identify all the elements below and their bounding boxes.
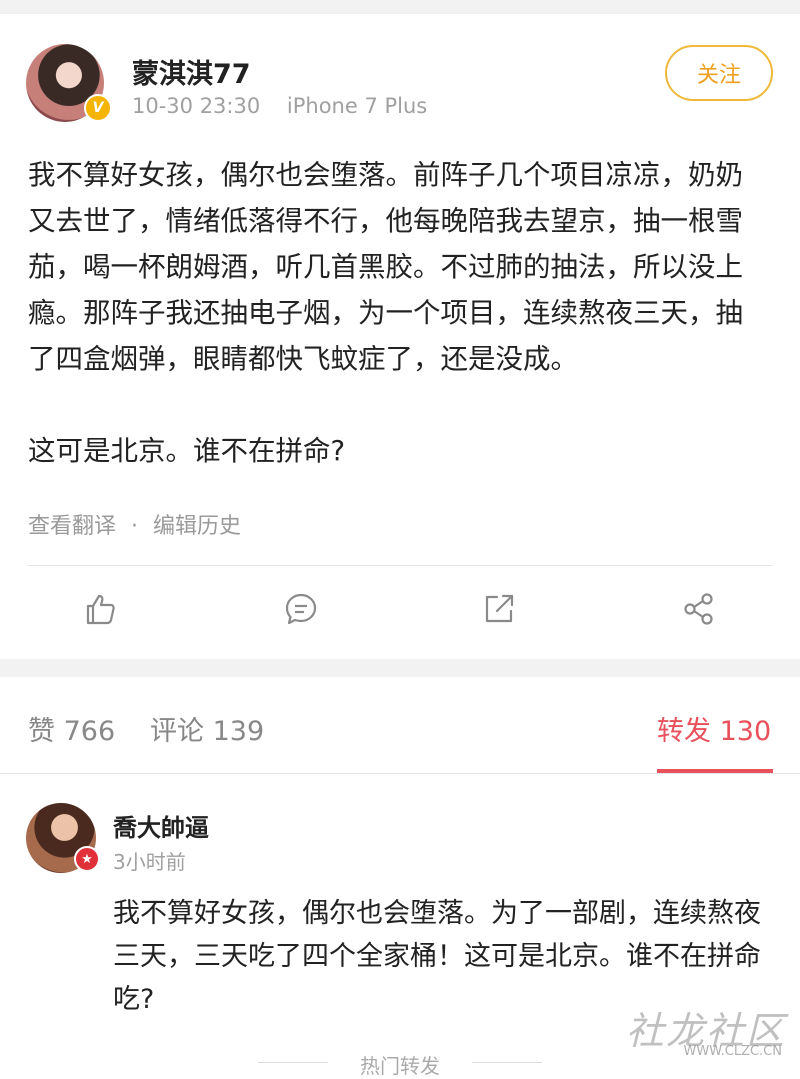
edit-history-link[interactable]: 编辑历史	[153, 514, 241, 539]
repost-button[interactable]	[474, 584, 524, 634]
post-time: 10-30 23:30	[132, 94, 261, 118]
like-button[interactable]	[76, 584, 126, 634]
comment-icon	[285, 593, 317, 625]
share-icon	[684, 593, 713, 625]
star-badge-icon: ★	[74, 846, 100, 872]
divider	[28, 565, 772, 566]
tab-reposts[interactable]: 转发 130	[657, 709, 771, 748]
divider	[0, 773, 800, 774]
post-username[interactable]: 蒙淇淇77	[132, 52, 251, 91]
post-links: 查看翻译 · 编辑历史	[28, 508, 241, 540]
watermark-url: WWW.CLZC.CN	[683, 1044, 782, 1059]
tab-likes[interactable]: 赞 766	[28, 709, 115, 748]
post-device: iPhone 7 Plus	[286, 94, 428, 118]
top-gap	[0, 0, 800, 14]
verified-badge-icon: V	[84, 94, 112, 122]
repost-icon	[485, 594, 514, 623]
post-meta: 10-30 23:30 iPhone 7 Plus	[132, 94, 427, 118]
tab-comments[interactable]: 评论 139	[150, 709, 264, 748]
divider-right	[472, 1062, 542, 1063]
link-separator: ·	[131, 514, 139, 539]
weibo-post: V 蒙淇淇77 10-30 23:30 iPhone 7 Plus 关注 我不算…	[0, 14, 800, 659]
stats-tabs: 赞 766 评论 139 转发 130	[0, 677, 800, 773]
action-bar	[0, 584, 800, 634]
repost-time: 3小时前	[113, 850, 186, 874]
translate-link[interactable]: 查看翻译	[28, 514, 116, 539]
section-gap	[0, 659, 800, 677]
repost-username[interactable]: 喬大帥逼	[113, 808, 209, 843]
like-icon	[86, 594, 115, 625]
follow-button[interactable]: 关注	[665, 45, 773, 101]
share-button[interactable]	[674, 584, 724, 634]
post-body: 我不算好女孩，偶尔也会堕落。前阵子几个项目凉凉，奶奶又去世了，情绪低落得不行，他…	[28, 159, 743, 467]
comment-button[interactable]	[276, 584, 326, 634]
